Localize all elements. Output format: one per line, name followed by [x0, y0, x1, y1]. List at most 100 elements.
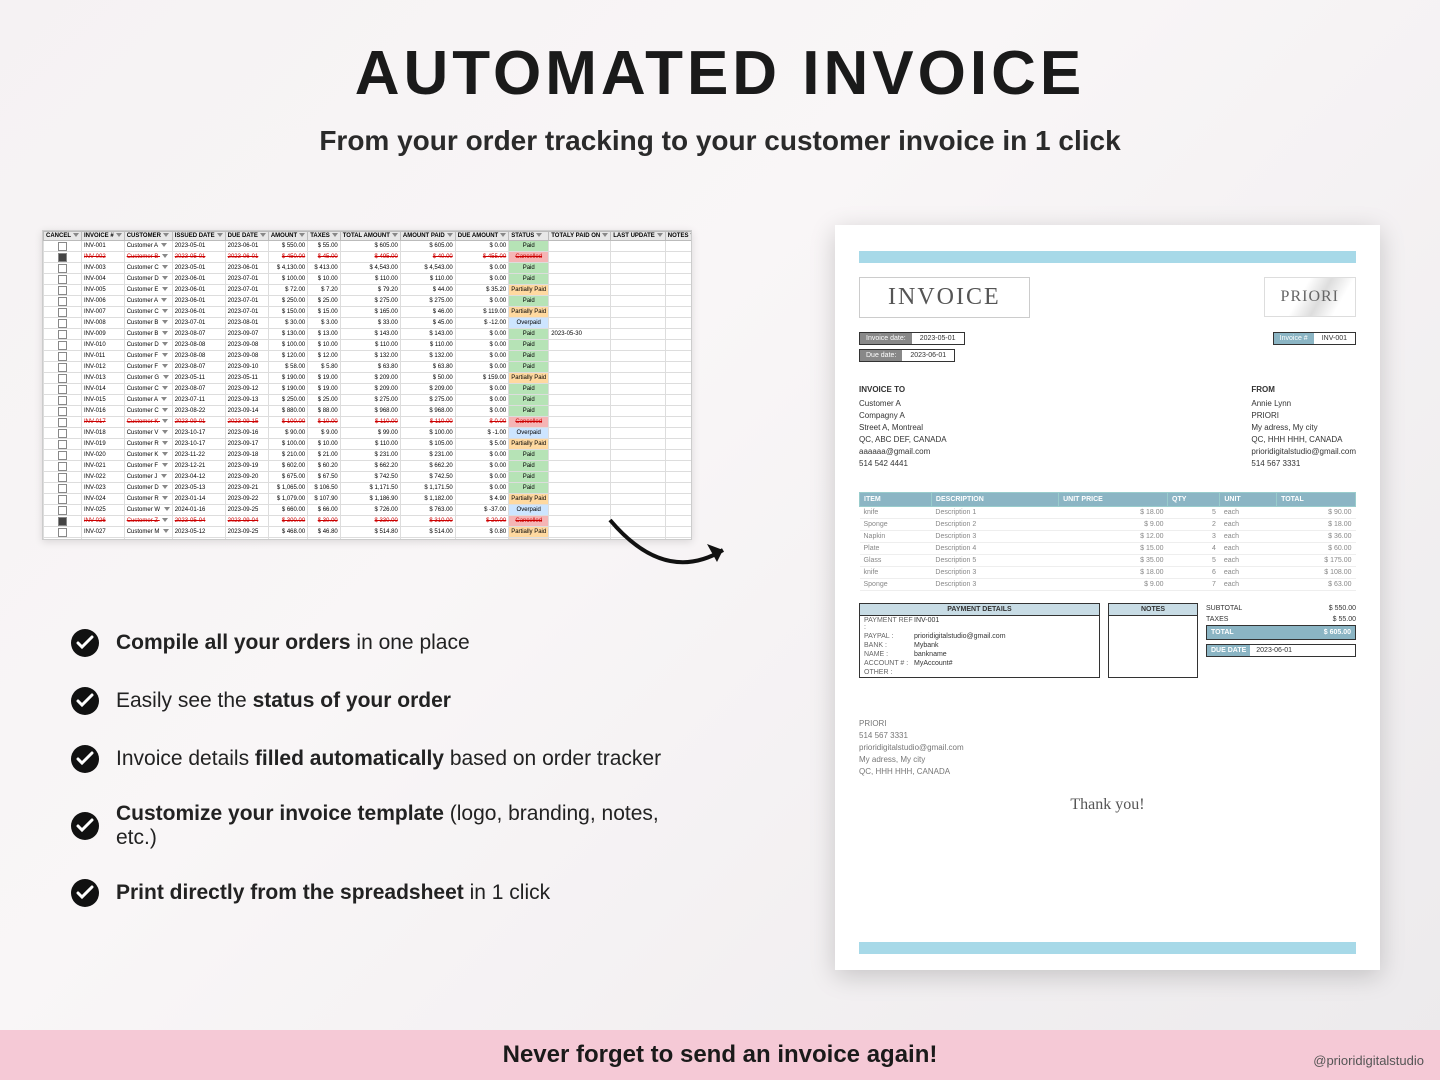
cancel-checkbox[interactable]: [58, 396, 67, 405]
cancel-checkbox[interactable]: [58, 363, 67, 372]
cancel-checkbox[interactable]: [58, 407, 67, 416]
cancel-checkbox[interactable]: [58, 275, 67, 284]
table-row[interactable]: INV-009Customer B 2023-08-072023-09-07$ …: [44, 329, 693, 340]
table-row[interactable]: INV-007Customer C 2023-06-012023-07-01$ …: [44, 307, 693, 318]
cancel-checkbox[interactable]: [58, 495, 67, 504]
table-row[interactable]: INV-028Customer T 2023-09-082023-09-26$ …: [44, 538, 693, 541]
table-row[interactable]: INV-016Customer C 2023-08-222023-09-14$ …: [44, 406, 693, 417]
filter-icon[interactable]: [690, 233, 692, 237]
dropdown-icon[interactable]: [162, 309, 168, 313]
filter-icon[interactable]: [116, 233, 122, 237]
dropdown-icon[interactable]: [163, 375, 169, 379]
cancel-checkbox[interactable]: [58, 539, 67, 541]
cancel-checkbox[interactable]: [58, 473, 67, 482]
filter-icon[interactable]: [260, 233, 266, 237]
table-row[interactable]: INV-025Customer W 2024-01-162023-09-25$ …: [44, 505, 693, 516]
cancel-checkbox[interactable]: [58, 462, 67, 471]
cancel-checkbox[interactable]: [58, 506, 67, 515]
dropdown-icon[interactable]: [162, 463, 168, 467]
dropdown-icon[interactable]: [162, 496, 168, 500]
cancel-checkbox[interactable]: [58, 297, 67, 306]
cancel-checkbox[interactable]: [58, 528, 67, 537]
table-row[interactable]: INV-004Customer D 2023-06-012023-07-01$ …: [44, 274, 693, 285]
column-header[interactable]: CUSTOMER: [124, 232, 172, 241]
dropdown-icon[interactable]: [162, 320, 168, 324]
table-row[interactable]: INV-022Customer J 2023-04-122023-09-20$ …: [44, 472, 693, 483]
table-row[interactable]: INV-008Customer B 2023-07-012023-08-01$ …: [44, 318, 693, 329]
cancel-checkbox[interactable]: [58, 341, 67, 350]
column-header[interactable]: LAST UPDATE: [611, 232, 666, 241]
cancel-checkbox[interactable]: [58, 242, 67, 251]
cancel-checkbox[interactable]: [58, 517, 67, 526]
dropdown-icon[interactable]: [162, 386, 168, 390]
cancel-checkbox[interactable]: [58, 319, 67, 328]
cancel-checkbox[interactable]: [58, 451, 67, 460]
dropdown-icon[interactable]: [162, 452, 168, 456]
table-row[interactable]: INV-019Customer R 2023-10-172023-09-17$ …: [44, 439, 693, 450]
table-row[interactable]: INV-021Customer F 2023-12-212023-09-19$ …: [44, 461, 693, 472]
table-row[interactable]: INV-023Customer D 2023-05-132023-09-21$ …: [44, 483, 693, 494]
filter-icon[interactable]: [602, 233, 608, 237]
filter-icon[interactable]: [299, 233, 305, 237]
filter-icon[interactable]: [163, 233, 169, 237]
column-header[interactable]: TOTALY PAID ON: [549, 232, 611, 241]
column-header[interactable]: STATUS: [509, 232, 549, 241]
cancel-checkbox[interactable]: [58, 385, 67, 394]
dropdown-icon[interactable]: [162, 254, 168, 258]
cancel-checkbox[interactable]: [58, 429, 67, 438]
dropdown-icon[interactable]: [162, 331, 168, 335]
column-header[interactable]: AMOUNT PAID: [400, 232, 455, 241]
dropdown-icon[interactable]: [162, 287, 168, 291]
table-row[interactable]: INV-001Customer A 2023-05-012023-06-01$ …: [44, 241, 693, 252]
table-row[interactable]: INV-027Customer M 2023-05-122023-09-25$ …: [44, 527, 693, 538]
dropdown-icon[interactable]: [162, 430, 168, 434]
dropdown-icon[interactable]: [162, 419, 168, 423]
table-row[interactable]: INV-006Customer A 2023-06-012023-07-01$ …: [44, 296, 693, 307]
cancel-checkbox[interactable]: [58, 440, 67, 449]
dropdown-icon[interactable]: [162, 265, 168, 269]
column-header[interactable]: CANCEL: [44, 232, 82, 241]
dropdown-icon[interactable]: [162, 441, 168, 445]
cancel-checkbox[interactable]: [58, 308, 67, 317]
cancel-checkbox[interactable]: [58, 484, 67, 493]
column-header[interactable]: AMOUNT: [268, 232, 307, 241]
filter-icon[interactable]: [73, 233, 79, 237]
table-row[interactable]: INV-011Customer F 2023-08-082023-09-08$ …: [44, 351, 693, 362]
dropdown-icon[interactable]: [162, 342, 168, 346]
table-row[interactable]: INV-012Customer F 2023-08-072023-09-10$ …: [44, 362, 693, 373]
dropdown-icon[interactable]: [161, 243, 167, 247]
table-row[interactable]: INV-010Customer D 2023-08-082023-09-08$ …: [44, 340, 693, 351]
column-header[interactable]: INVOICE #: [82, 232, 125, 241]
dropdown-icon[interactable]: [162, 276, 168, 280]
dropdown-icon[interactable]: [162, 485, 168, 489]
filter-icon[interactable]: [332, 233, 338, 237]
filter-icon[interactable]: [392, 233, 398, 237]
cancel-checkbox[interactable]: [58, 286, 67, 295]
column-header[interactable]: TOTAL AMOUNT: [340, 232, 400, 241]
cancel-checkbox[interactable]: [58, 253, 67, 262]
table-row[interactable]: INV-003Customer C 2023-05-012023-06-01$ …: [44, 263, 693, 274]
filter-icon[interactable]: [536, 233, 542, 237]
dropdown-icon[interactable]: [162, 518, 168, 522]
table-row[interactable]: INV-024Customer R 2023-01-142023-09-22$ …: [44, 494, 693, 505]
table-row[interactable]: INV-005Customer E 2023-06-012023-07-01$ …: [44, 285, 693, 296]
filter-icon[interactable]: [500, 233, 506, 237]
column-header[interactable]: ISSUED DATE: [172, 232, 225, 241]
column-header[interactable]: DUE AMOUNT: [455, 232, 508, 241]
table-row[interactable]: INV-014Customer C 2023-08-072023-09-12$ …: [44, 384, 693, 395]
filter-icon[interactable]: [657, 233, 663, 237]
cancel-checkbox[interactable]: [58, 418, 67, 427]
table-row[interactable]: INV-013Customer G 2023-05-112023-05-11$ …: [44, 373, 693, 384]
dropdown-icon[interactable]: [162, 364, 168, 368]
cancel-checkbox[interactable]: [58, 330, 67, 339]
dropdown-icon[interactable]: [162, 408, 168, 412]
filter-icon[interactable]: [447, 233, 453, 237]
dropdown-icon[interactable]: [161, 474, 167, 478]
column-header[interactable]: DUE DATE: [225, 232, 268, 241]
table-row[interactable]: INV-015Customer A 2023-07-112023-09-13$ …: [44, 395, 693, 406]
dropdown-icon[interactable]: [163, 529, 169, 533]
cancel-checkbox[interactable]: [58, 352, 67, 361]
column-header[interactable]: TAXES: [308, 232, 341, 241]
cancel-checkbox[interactable]: [58, 374, 67, 383]
column-header[interactable]: NOTES: [665, 232, 692, 241]
